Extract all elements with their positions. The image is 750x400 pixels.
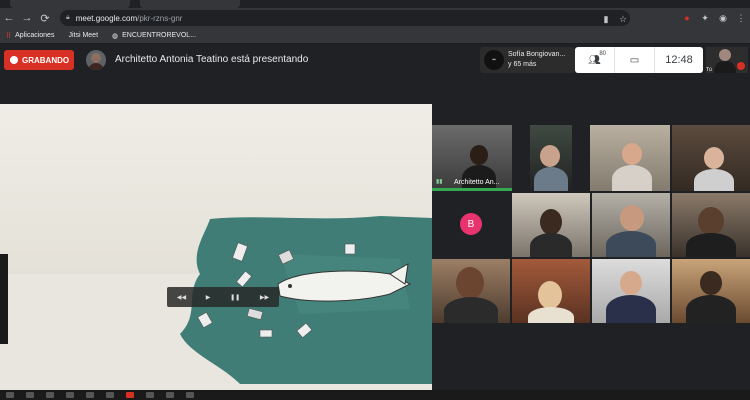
forward-icon[interactable]: → xyxy=(18,8,36,28)
participant-avatar: B xyxy=(460,213,482,235)
camera-icon[interactable]: ▮ xyxy=(599,12,613,26)
participant-tile[interactable] xyxy=(512,259,590,323)
extension-icon[interactable]: ● xyxy=(680,11,694,25)
participant-name: Architetto An... xyxy=(454,179,500,186)
bookmarks-bar: ⠿ Aplicaciones Jitsi Meet ◍ ENCUENTROREVOL… xyxy=(0,28,750,44)
participant-thumbnail: ▪▪ xyxy=(484,50,504,70)
globe-icon: ◍ xyxy=(112,32,119,40)
back-icon[interactable]: ← xyxy=(0,8,18,28)
shared-screen: ◀◀ ▶ ❚❚ ▶▶ xyxy=(0,104,432,390)
presenter-avatar xyxy=(86,50,106,70)
reload-icon[interactable]: ⟳ xyxy=(36,8,54,28)
notification-badge xyxy=(737,62,745,70)
browser-tab[interactable] xyxy=(10,0,130,8)
bookmark-label: Jitsi Meet xyxy=(68,32,99,39)
clock: 12:48 xyxy=(665,54,693,66)
taskbar-item[interactable] xyxy=(46,392,54,398)
grid-icon: ⠿ xyxy=(6,32,12,40)
participant-tile[interactable] xyxy=(530,125,572,191)
presenting-text: Architetto Antonia Teatino está presenta… xyxy=(115,54,309,65)
self-label: Tú xyxy=(706,67,712,73)
taskbar-item[interactable] xyxy=(186,392,194,398)
taskbar-item[interactable] xyxy=(146,392,154,398)
prev-icon[interactable]: ◀◀ xyxy=(177,294,186,301)
browser-tab-strip xyxy=(0,0,750,8)
participant-tile[interactable] xyxy=(592,259,670,323)
chat-button[interactable]: ▭ xyxy=(615,47,655,73)
participant-count: 80 xyxy=(599,51,606,57)
meet-window: GRABANDO Architetto Antonia Teatino está… xyxy=(0,44,750,390)
participant-tile[interactable]: ▮▮ Architetto An... xyxy=(432,125,512,191)
bookmark-apps[interactable]: ⠿ Aplicaciones xyxy=(6,32,54,40)
participant-grid: ▮▮ Architetto An... B xyxy=(432,125,750,323)
bookmark-encuentro[interactable]: ◍ ENCUENTROREVOL... xyxy=(112,32,196,40)
participant-name: Sofía Bongiovan... xyxy=(508,51,566,58)
browser-tab[interactable] xyxy=(140,0,240,8)
taskbar-item[interactable] xyxy=(26,392,34,398)
bookmark-jitsi[interactable]: Jitsi Meet xyxy=(68,32,98,39)
star-icon[interactable]: ☆ xyxy=(616,12,630,26)
chat-icon: ▭ xyxy=(629,54,640,66)
url-text: meet.google.com/pkr-rzns-gnr xyxy=(75,13,183,23)
participant-tile[interactable] xyxy=(432,259,510,323)
address-bar[interactable]: 🔒︎ meet.google.com/pkr-rzns-gnr ▮ ☆ xyxy=(60,10,630,26)
bookmark-label: Aplicaciones xyxy=(15,32,55,39)
taskbar-item[interactable] xyxy=(6,392,14,398)
speaking-indicator xyxy=(432,188,512,191)
play-icon[interactable]: ▶ xyxy=(206,294,211,301)
microphone-icon: ▮▮ xyxy=(436,179,443,185)
taskbar-item[interactable] xyxy=(106,392,114,398)
participant-more: y 65 más xyxy=(508,61,537,68)
participant-tile[interactable] xyxy=(512,193,590,257)
os-taskbar xyxy=(0,390,750,400)
participant-tile[interactable]: B xyxy=(432,193,510,257)
record-dot-icon xyxy=(10,56,18,64)
participant-tile[interactable] xyxy=(592,193,670,257)
pause-icon[interactable]: ❚❚ xyxy=(230,294,240,301)
puzzle-icon[interactable]: ✦ xyxy=(698,11,712,25)
participant-tile[interactable] xyxy=(672,193,750,257)
participant-tile[interactable] xyxy=(672,125,750,191)
browser-toolbar: ← → ⟳ 🔒︎ meet.google.com/pkr-rzns-gnr ▮ … xyxy=(0,8,750,28)
taskbar-item[interactable] xyxy=(166,392,174,398)
media-player-bar[interactable]: ◀◀ ▶ ❚❚ ▶▶ xyxy=(167,287,279,307)
participants-preview[interactable]: ▪▪ Sofía Bongiovan... y 65 más xyxy=(480,47,575,73)
lock-icon: 🔒︎ xyxy=(66,14,70,21)
taskbar-item[interactable] xyxy=(86,392,94,398)
meeting-controls: 👥︎ 80 ▭ 12:48 xyxy=(575,47,703,73)
participant-tile[interactable] xyxy=(672,259,750,323)
participant-tile[interactable] xyxy=(590,125,670,191)
recording-label: GRABANDO xyxy=(22,55,70,65)
bookmark-label: ENCUENTROREVOL... xyxy=(122,32,197,39)
self-view[interactable]: Tú xyxy=(706,47,748,73)
menu-icon[interactable]: ⋮ xyxy=(734,11,748,25)
taskbar-item[interactable] xyxy=(126,392,134,398)
taskbar-item[interactable] xyxy=(66,392,74,398)
next-icon[interactable]: ▶▶ xyxy=(260,294,269,301)
recording-button[interactable]: GRABANDO xyxy=(4,50,74,70)
profile-avatar[interactable]: ◉ xyxy=(716,11,730,25)
people-button[interactable]: 👥︎ 80 xyxy=(575,47,615,73)
